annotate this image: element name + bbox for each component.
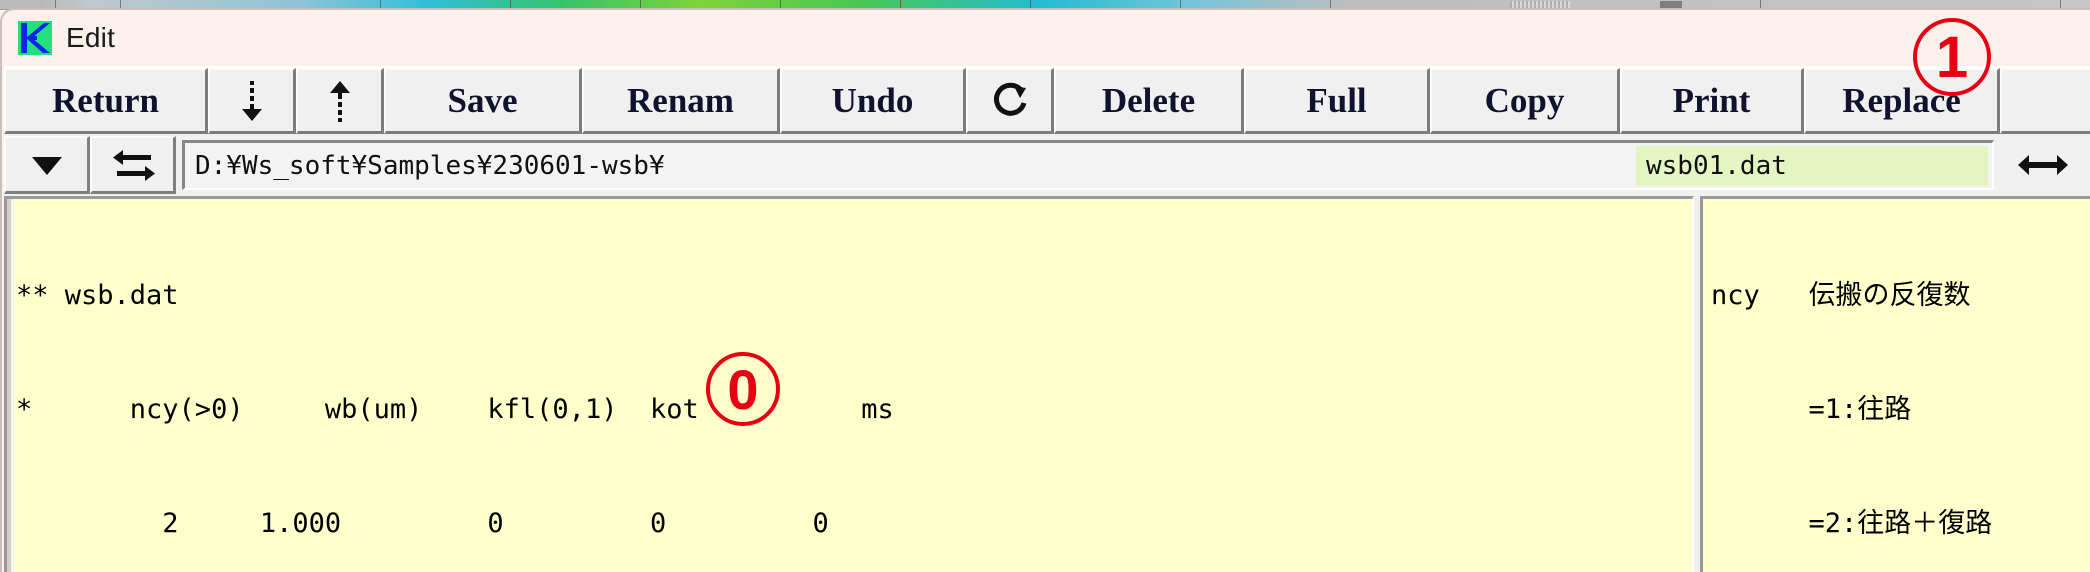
window-title: Edit: [66, 22, 116, 53]
help-panel-content: ncy 伝搬の反復数 =1:往路 =2:往路＋復路 >2:往路＋復路+２回 往路…: [1711, 201, 2090, 572]
annotation-marker-0: 0: [706, 352, 780, 426]
full-button[interactable]: Full: [1244, 68, 1430, 134]
arrow-up-dotted-icon: [329, 80, 350, 122]
print-button[interactable]: Print: [1620, 68, 1804, 134]
path-swap-button[interactable]: [90, 136, 176, 194]
annotation-marker-0-label: 0: [727, 357, 759, 421]
title-bar: Edit: [2, 10, 2090, 66]
move-up-button[interactable]: [296, 68, 384, 134]
help-panel-line: =1:往路: [1711, 394, 1912, 425]
edit-window: Edit Return Save Renam Undo Delete Full …: [0, 8, 2090, 572]
redo-circular-arrow-icon: [993, 82, 1026, 116]
swap-arrows-icon: [112, 149, 155, 181]
horizontal-resize-icon: [2018, 155, 2068, 175]
help-panel[interactable]: ncy 伝搬の反復数 =1:往路 =2:往路＋復路 >2:往路＋復路+２回 往路…: [1700, 196, 2090, 572]
return-button[interactable]: Return: [4, 68, 208, 134]
editor-line[interactable]: 2 1.000 0 0 0: [16, 505, 1692, 543]
chevron-down-icon: [31, 156, 62, 175]
editor-line[interactable]: ** wsb.dat: [16, 277, 1692, 315]
rename-button-label: Renam: [627, 80, 734, 120]
path-dropdown-button[interactable]: [4, 136, 90, 194]
full-button-label: Full: [1306, 80, 1367, 120]
return-button-label: Return: [52, 80, 159, 120]
annotation-marker-1-label: 1: [1935, 24, 1969, 90]
print-button-label: Print: [1672, 80, 1751, 120]
undo-button[interactable]: Undo: [780, 68, 966, 134]
editor-gutter: [7, 199, 14, 572]
redo-button[interactable]: [966, 68, 1054, 134]
main-toolbar: Return Save Renam Undo Delete Full Copy …: [4, 66, 2090, 134]
help-panel-line: ncy 伝搬の反復数: [1711, 280, 1971, 311]
save-button-label: Save: [447, 80, 518, 120]
app-logo-k-icon: [18, 21, 52, 55]
editor-line[interactable]: * ncy(>0) wb(um) kfl(0,1) kot ms: [16, 391, 1692, 429]
delete-button[interactable]: Delete: [1054, 68, 1244, 134]
editor-content: ** wsb.dat * ncy(>0) wb(um) kfl(0,1) kot…: [16, 201, 1692, 572]
toolbar-filler: [2000, 68, 2090, 134]
text-editor[interactable]: ** wsb.dat * ncy(>0) wb(um) kfl(0,1) kot…: [4, 196, 1694, 572]
filename-input[interactable]: wsb01.dat: [1636, 146, 1988, 186]
help-panel-line: =2:往路＋復路: [1711, 508, 1993, 539]
path-input[interactable]: D:¥Ws_soft¥Samples¥230601-wsb¥ wsb01.dat: [182, 140, 1994, 190]
path-input-value: D:¥Ws_soft¥Samples¥230601-wsb¥: [195, 150, 665, 181]
move-down-button[interactable]: [208, 68, 296, 134]
arrow-down-dotted-icon: [241, 80, 262, 121]
undo-button-label: Undo: [831, 80, 914, 120]
annotation-marker-1: 1: [1913, 18, 1991, 96]
application-window: Edit Return Save Renam Undo Delete Full …: [0, 0, 2090, 572]
filename-input-value: wsb01.dat: [1646, 151, 1787, 181]
delete-button-label: Delete: [1101, 80, 1196, 120]
save-button[interactable]: Save: [384, 68, 582, 134]
horizontal-resize-button[interactable]: [1994, 136, 2090, 194]
copy-button-label: Copy: [1484, 80, 1565, 120]
path-bar: D:¥Ws_soft¥Samples¥230601-wsb¥ wsb01.dat: [4, 134, 2090, 196]
copy-button[interactable]: Copy: [1430, 68, 1620, 134]
rename-button[interactable]: Renam: [582, 68, 780, 134]
editor-area: ** wsb.dat * ncy(>0) wb(um) kfl(0,1) kot…: [4, 196, 2090, 572]
